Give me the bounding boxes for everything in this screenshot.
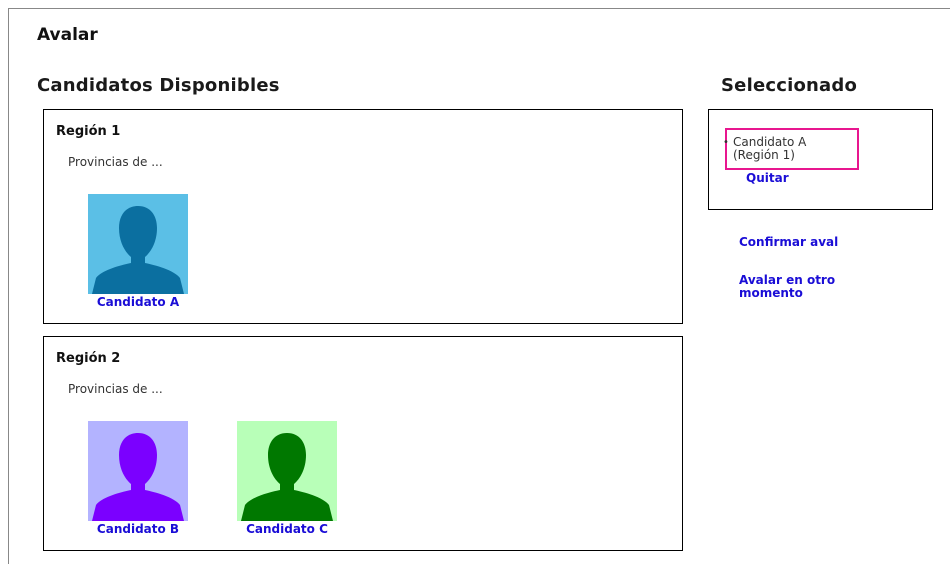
confirm-endorsement-link[interactable]: Confirmar aval [739,236,899,249]
candidate-card-a[interactable]: Candidato A [88,194,188,309]
bullet-icon: • [723,137,729,148]
region-name: Región 1 [56,124,121,139]
region-panel-2: Región 2 Provincias de ... Candidato B C… [43,336,683,551]
person-silhouette-icon[interactable] [88,421,188,521]
region-description: Provincias de ... [68,382,163,396]
person-silhouette-icon[interactable] [88,194,188,294]
available-candidates-title: Candidatos Disponibles [37,75,280,96]
candidate-card-b[interactable]: Candidato B [88,421,188,536]
candidate-card-c[interactable]: Candidato C [237,421,337,536]
person-silhouette-icon[interactable] [237,421,337,521]
candidate-name-link[interactable]: Candidato A [88,295,188,309]
region-description: Provincias de ... [68,155,163,169]
remove-link[interactable]: Quitar [746,171,789,185]
selected-title: Seleccionado [721,75,858,96]
endorse-later-link[interactable]: Avalar en otro momento [739,274,879,300]
candidate-name-link[interactable]: Candidato B [88,522,188,536]
page-title: Avalar [37,25,98,45]
region-panel-1: Región 1 Provincias de ... Candidato A [43,109,683,324]
candidate-name-link[interactable]: Candidato C [237,522,337,536]
selected-panel: • Candidato A (Región 1) Quitar [708,109,933,210]
selected-item-label: Candidato A (Región 1) [733,135,807,162]
selected-list-item: • Candidato A (Región 1) [723,136,923,162]
region-name: Región 2 [56,351,121,366]
